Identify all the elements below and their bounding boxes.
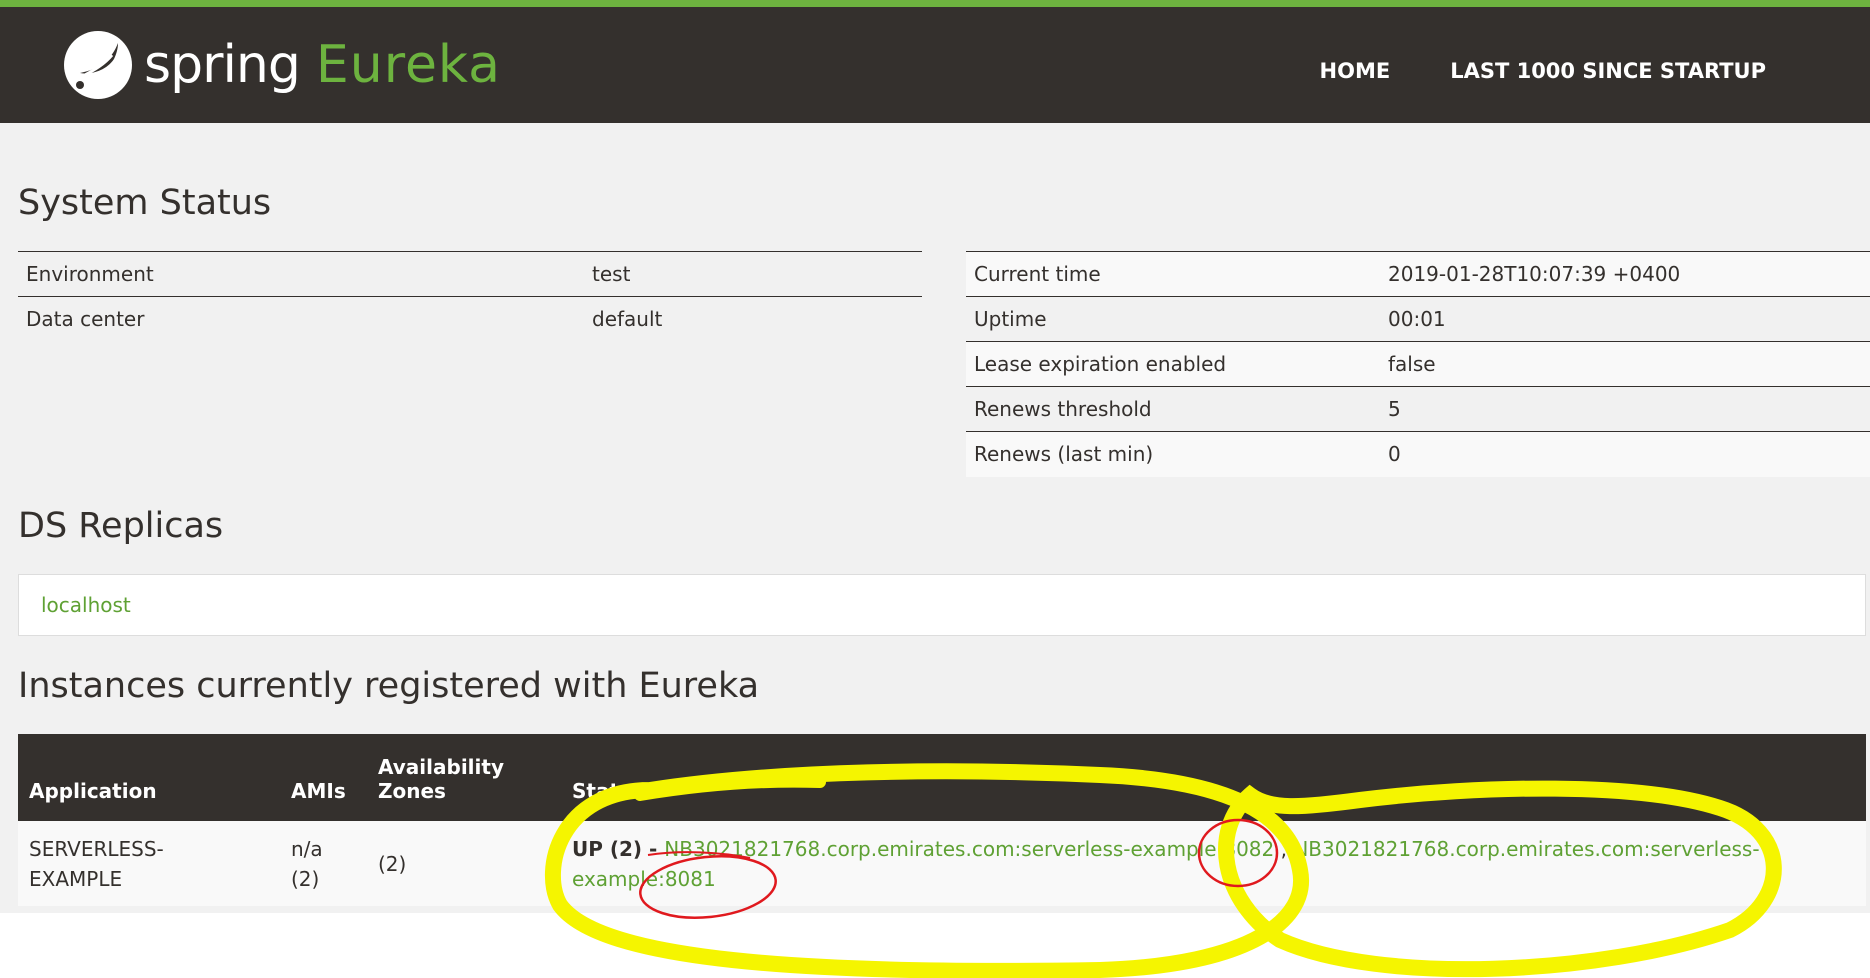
current-time-label: Current time xyxy=(966,251,1380,297)
datacenter-value: default xyxy=(584,296,922,342)
col-status: Status xyxy=(572,779,646,803)
amis-line2: (2) xyxy=(291,866,320,891)
renews-threshold-value: 5 xyxy=(1380,386,1870,432)
table-row: Renews threshold 5 xyxy=(966,386,1870,432)
current-time-value: 2019-01-28T10:07:39 +0400 xyxy=(1380,251,1870,297)
table-row: SERVERLESS- EXAMPLE n/a (2) (2) UP (2) -… xyxy=(18,821,1866,906)
table-row: Current time 2019-01-28T10:07:39 +0400 xyxy=(966,251,1870,297)
instances-heading: Instances currently registered with Eure… xyxy=(18,666,760,706)
amis-cell: n/a (2) xyxy=(280,821,367,906)
app-name-line1: SERVERLESS- xyxy=(29,836,164,861)
instances-table: Application AMIs Availability Zones Stat… xyxy=(18,734,1866,906)
lease-label: Lease expiration enabled xyxy=(966,341,1380,387)
main-nav: HOME LAST 1000 SINCE STARTUP xyxy=(1320,59,1766,83)
brand-spring-text: spring xyxy=(144,35,301,95)
col-zones-line1: Availability xyxy=(378,755,504,779)
amis-line1: n/a xyxy=(291,836,323,861)
app-name-line2: EXAMPLE xyxy=(29,866,123,891)
nav-home-link[interactable]: HOME xyxy=(1320,59,1391,83)
table-row: Data center default xyxy=(18,296,922,342)
zones-cell: (2) xyxy=(378,851,407,876)
nav-last1000-link[interactable]: LAST 1000 SINCE STARTUP xyxy=(1450,59,1766,83)
top-navbar: spring Eureka HOME LAST 1000 SINCE START… xyxy=(0,0,1870,123)
main-content: System Status Environment test Data cent… xyxy=(0,123,1870,913)
renews-last-min-value: 0 xyxy=(1380,431,1870,477)
spring-leaf-icon xyxy=(64,31,132,99)
status-cell: UP (2) - NB3021821768.corp.emirates.com:… xyxy=(561,821,1866,906)
replica-localhost-link[interactable]: localhost xyxy=(41,593,131,617)
ds-replicas-panel: localhost xyxy=(18,574,1866,636)
system-status-right-table: Current time 2019-01-28T10:07:39 +0400 U… xyxy=(966,251,1870,477)
col-application: Application xyxy=(29,779,157,803)
col-zones-line2: Zones xyxy=(378,779,446,803)
renews-last-min-label: Renews (last min) xyxy=(966,431,1380,477)
uptime-value: 00:01 xyxy=(1380,296,1870,342)
ds-replicas-heading: DS Replicas xyxy=(18,506,224,546)
table-header-row: Application AMIs Availability Zones Stat… xyxy=(18,734,1866,821)
col-amis: AMIs xyxy=(291,779,346,803)
brand-eureka-text: Eureka xyxy=(315,35,501,95)
instance-8082-link[interactable]: NB3021821768.corp.emirates.com:serverles… xyxy=(664,837,1274,861)
brand-logo-link[interactable]: spring Eureka xyxy=(62,25,501,105)
uptime-label: Uptime xyxy=(966,296,1380,342)
col-zones: Availability Zones xyxy=(367,734,561,821)
system-status-heading: System Status xyxy=(18,183,272,223)
env-value: test xyxy=(584,251,922,297)
table-row: Uptime 00:01 xyxy=(966,296,1870,342)
lease-value: false xyxy=(1380,341,1870,387)
instance-separator: , xyxy=(1274,836,1294,861)
datacenter-label: Data center xyxy=(18,296,584,342)
table-row: Renews (last min) 0 xyxy=(966,431,1870,477)
status-up-text: UP (2) - xyxy=(572,836,665,861)
instance-8081-line2: example:8081 xyxy=(572,866,716,891)
app-name-cell: SERVERLESS- EXAMPLE xyxy=(18,821,280,906)
system-status-left-table: Environment test Data center default xyxy=(18,251,922,342)
renews-threshold-label: Renews threshold xyxy=(966,386,1380,432)
table-row: Environment test xyxy=(18,251,922,297)
env-label: Environment xyxy=(18,251,584,297)
instance-8081-line1: NB3021821768.corp.emirates.com:serverles… xyxy=(1293,836,1760,861)
table-row: Lease expiration enabled false xyxy=(966,341,1870,387)
